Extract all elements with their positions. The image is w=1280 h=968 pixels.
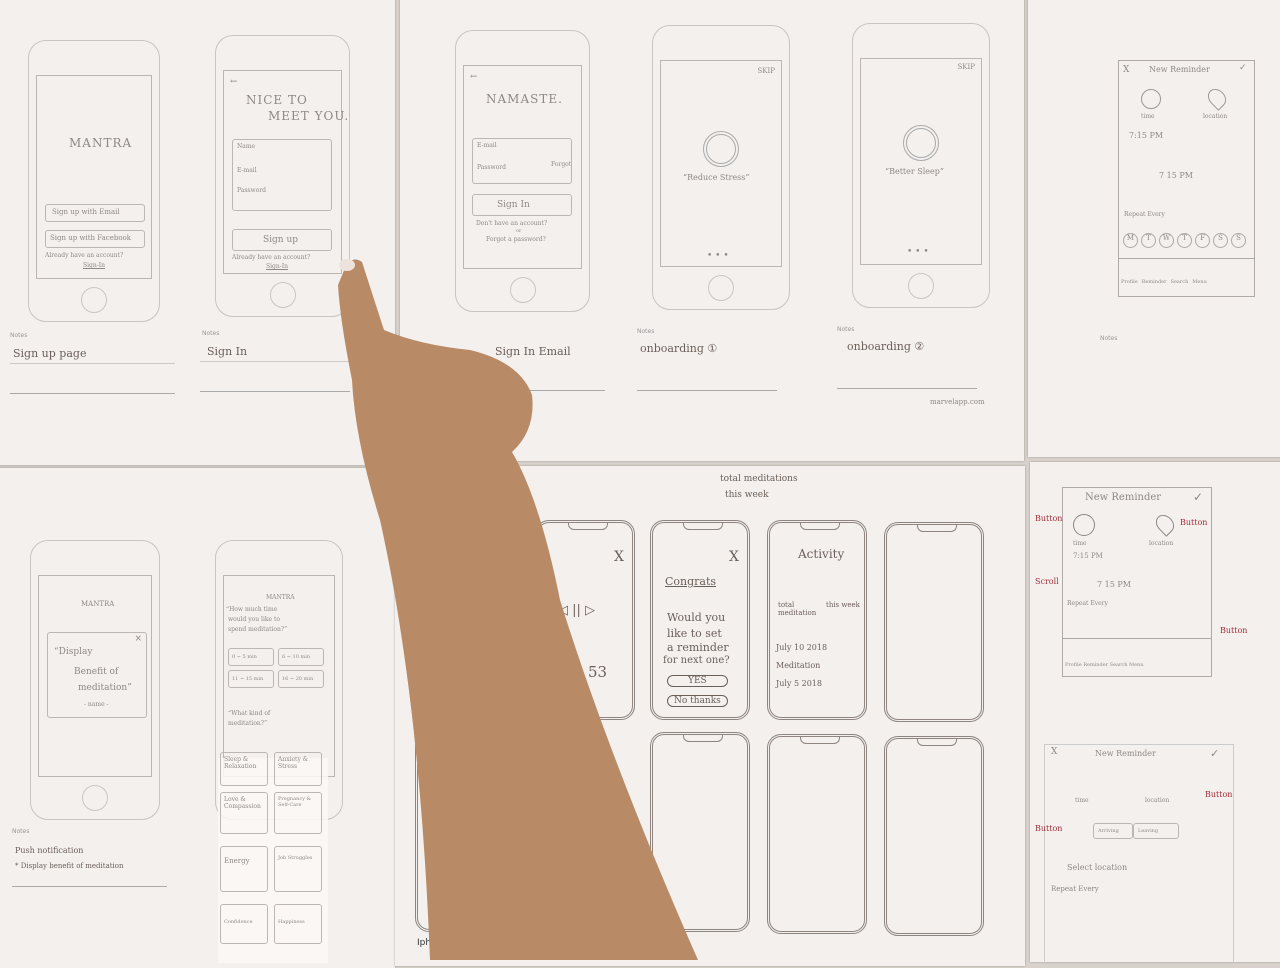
- fingernail: [339, 259, 355, 271]
- arm-shape: [338, 259, 698, 960]
- pointing-hand: [338, 259, 698, 960]
